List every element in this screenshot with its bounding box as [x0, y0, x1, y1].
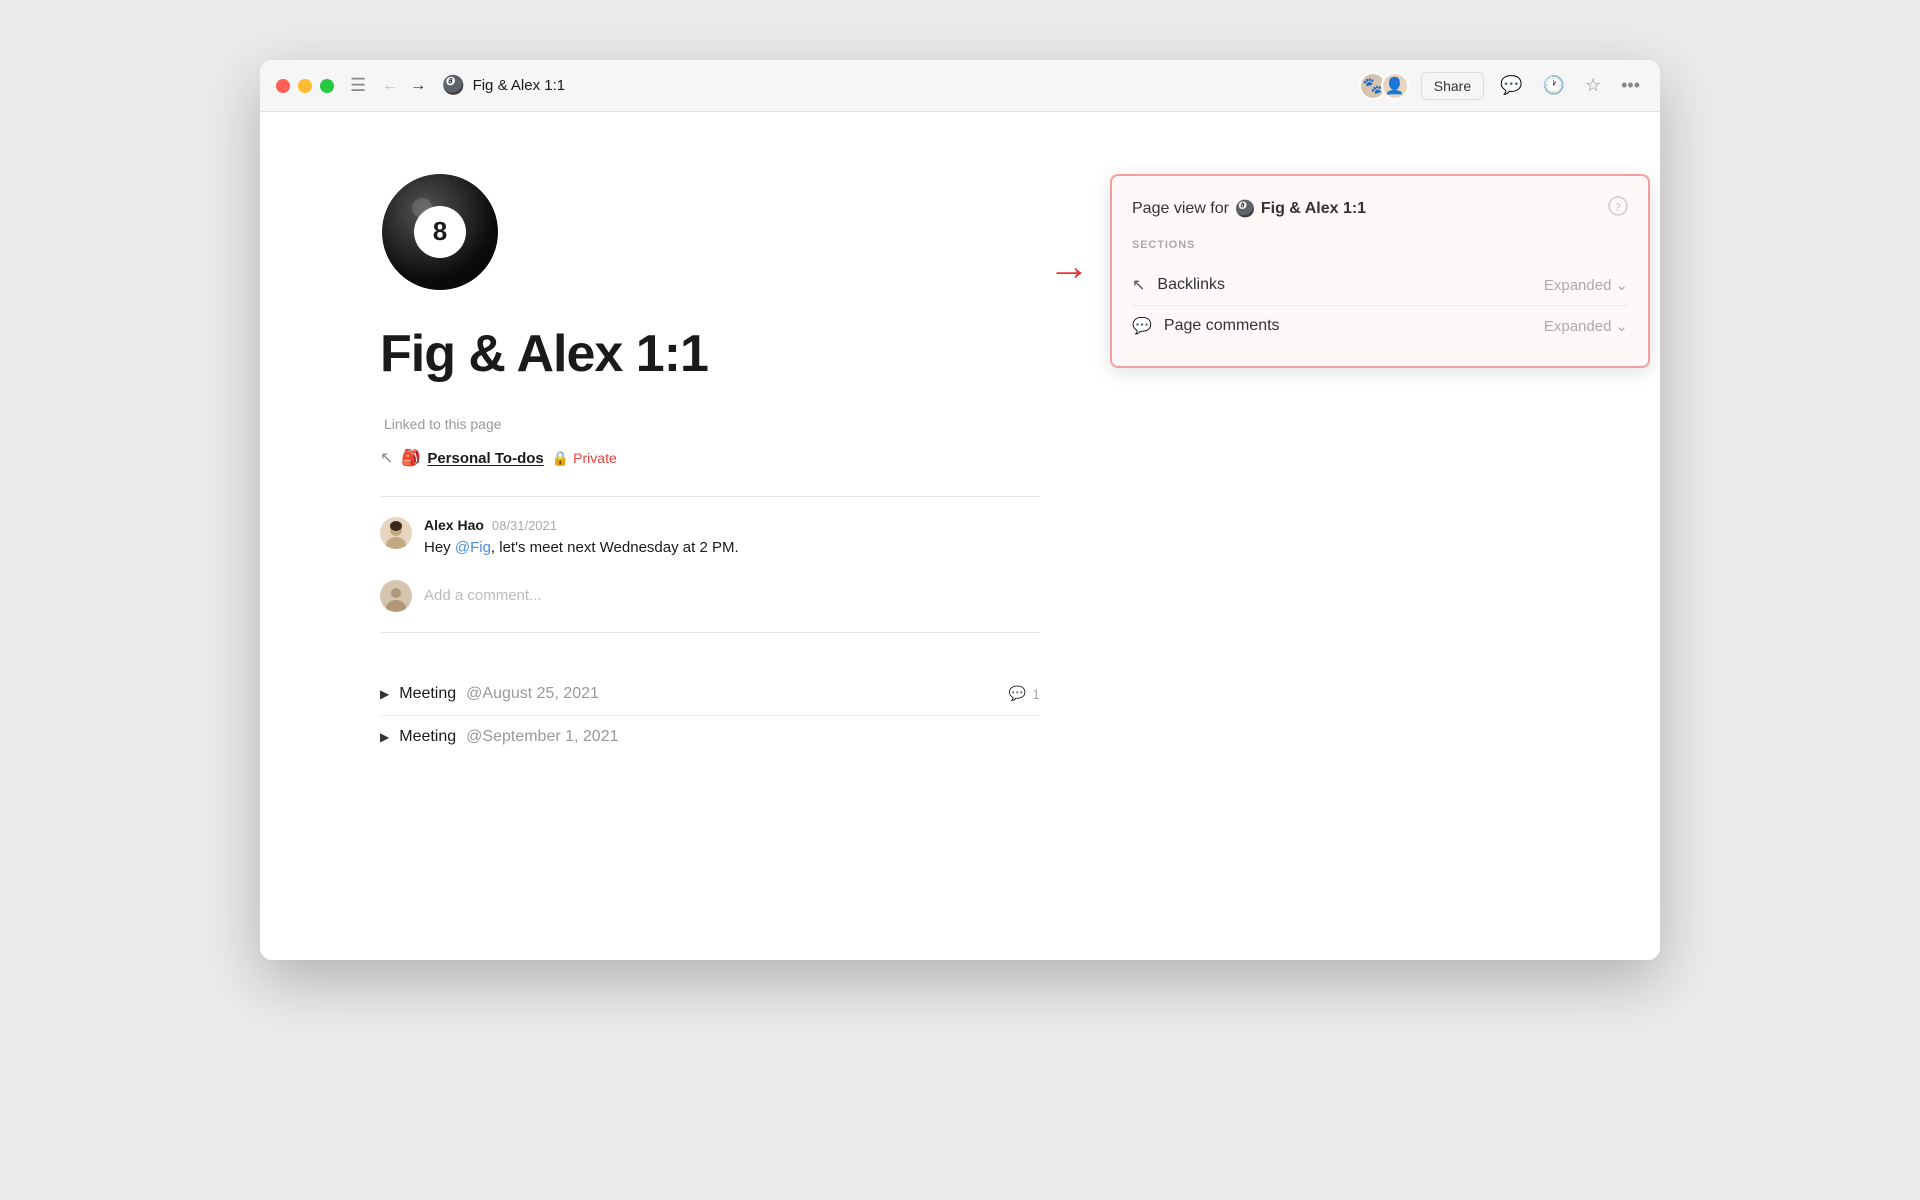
page-icon-title: 🎱 Fig & Alex 1:1 — [442, 75, 565, 96]
comment-meta: Alex Hao 08/31/2021 — [424, 517, 1040, 533]
backlink-arrow-icon: ↖ — [380, 448, 393, 468]
sections-label: SECTIONS — [1132, 239, 1628, 251]
comment-avatar — [380, 517, 412, 549]
comment-bubble-icon-1: 💬 — [1009, 685, 1026, 702]
eight-ball-svg: 8 — [380, 172, 500, 292]
meeting-comment-count-1: 💬 1 — [1009, 685, 1040, 702]
backlinks-value-text: Expanded — [1544, 277, 1612, 294]
close-button[interactable] — [276, 79, 290, 93]
popup-header: Page view for 🎱 Fig & Alex 1:1 ? — [1132, 196, 1628, 221]
main-content: 8 Fig & Alex 1:1 Linked to this page ↖ 🎒 — [260, 112, 1160, 960]
page-header-icon: 8 — [380, 172, 500, 292]
meeting-name-1: Meeting — [399, 685, 456, 703]
backlinks-chevron: ⌄ — [1615, 276, 1628, 294]
meeting-item-2-left: ▶ Meeting @September 1, 2021 — [380, 728, 619, 746]
page-main-title: Fig & Alex 1:1 — [380, 324, 1040, 384]
hamburger-icon[interactable]: ☰ — [350, 75, 366, 96]
backlink-item[interactable]: 🎒 Personal To-dos — [401, 448, 543, 468]
lock-icon: 🔒 — [552, 450, 569, 467]
private-badge: 🔒 Private — [552, 450, 617, 467]
comment-author: Alex Hao — [424, 517, 484, 533]
popup-title: Page view for 🎱 Fig & Alex 1:1 — [1132, 199, 1366, 219]
backlink-name[interactable]: Personal To-dos — [427, 450, 543, 467]
popup-backlinks-left: ↖ Backlinks — [1132, 275, 1225, 295]
popup-panel: Page view for 🎱 Fig & Alex 1:1 ? SECTION… — [1110, 174, 1650, 368]
comment-body: Alex Hao 08/31/2021 Hey @Fig, let's meet… — [424, 517, 1040, 560]
star-icon[interactable]: ☆ — [1581, 71, 1605, 100]
comment-date: 08/31/2021 — [492, 518, 557, 533]
meeting-item-2[interactable]: ▶ Meeting @September 1, 2021 — [380, 716, 1040, 758]
backlinks-section-icon: ↖ — [1132, 275, 1145, 295]
forward-button[interactable]: → — [406, 73, 430, 99]
avatar-alex: 👤 — [1381, 72, 1409, 100]
linked-label: Linked to this page — [380, 416, 1040, 432]
comment-icon[interactable]: 💬 — [1496, 71, 1526, 100]
titlebar: ☰ ← → 🎱 Fig & Alex 1:1 🐾 👤 Share 💬 🕐 ☆ •… — [260, 60, 1660, 112]
triangle-icon-1: ▶ — [380, 687, 389, 701]
page-emoji: 🎱 — [442, 75, 464, 96]
add-comment-input[interactable]: Add a comment... — [424, 587, 1040, 604]
comment-item: Alex Hao 08/31/2021 Hey @Fig, let's meet… — [380, 517, 1040, 560]
meeting-date-2: @September 1, 2021 — [466, 728, 618, 746]
current-user-avatar — [380, 580, 412, 612]
page-comments-chevron: ⌄ — [1615, 317, 1628, 335]
back-button[interactable]: ← — [378, 73, 402, 99]
divider-2 — [380, 632, 1040, 633]
nav-arrows: ← → — [378, 73, 430, 99]
popup-page-emoji: 🎱 — [1235, 199, 1255, 219]
page-comments-value[interactable]: Expanded ⌄ — [1544, 317, 1628, 335]
meeting-name-2: Meeting — [399, 728, 456, 746]
popup-page-comments-row: 💬 Page comments Expanded ⌄ — [1132, 305, 1628, 346]
share-button[interactable]: Share — [1421, 72, 1484, 100]
backlink-emoji: 🎒 — [401, 448, 421, 468]
help-icon[interactable]: ? — [1608, 196, 1628, 221]
comment-text: Hey @Fig, let's meet next Wednesday at 2… — [424, 537, 1040, 560]
linked-section: Linked to this page ↖ 🎒 Personal To-dos … — [380, 416, 1040, 472]
history-icon[interactable]: 🕐 — [1539, 71, 1569, 100]
mention: @Fig — [455, 539, 491, 556]
minimize-button[interactable] — [298, 79, 312, 93]
maximize-button[interactable] — [320, 79, 334, 93]
meeting-date-1: @August 25, 2021 — [466, 685, 599, 703]
page-comments-section-icon: 💬 — [1132, 316, 1152, 336]
popup-backlinks-row: ↖ Backlinks Expanded ⌄ — [1132, 265, 1628, 305]
add-comment-row: Add a comment... — [380, 580, 1040, 612]
page-title-label: Fig & Alex 1:1 — [473, 77, 566, 94]
divider-1 — [380, 496, 1040, 497]
avatar-group: 🐾 👤 — [1359, 72, 1409, 100]
traffic-lights — [276, 79, 334, 93]
popup-overlay: Page view for 🎱 Fig & Alex 1:1 ? SECTION… — [1100, 164, 1660, 378]
meeting-item-1[interactable]: ▶ Meeting @August 25, 2021 💬 1 — [380, 673, 1040, 716]
content-area: 8 Fig & Alex 1:1 Linked to this page ↖ 🎒 — [260, 112, 1660, 960]
backlinks-label: Backlinks — [1157, 276, 1225, 294]
svg-text:8: 8 — [433, 216, 447, 246]
popup-page-comments-left: 💬 Page comments — [1132, 316, 1280, 336]
private-label: Private — [573, 450, 617, 466]
triangle-icon-2: ▶ — [380, 730, 389, 744]
popup-title-prefix: Page view for — [1132, 200, 1229, 218]
meeting-item-1-left: ▶ Meeting @August 25, 2021 — [380, 685, 599, 703]
page-list: ▶ Meeting @August 25, 2021 💬 1 ▶ Meeting — [380, 673, 1040, 758]
backlinks-value[interactable]: Expanded ⌄ — [1544, 276, 1628, 294]
more-icon[interactable]: ••• — [1617, 71, 1644, 100]
svg-text:?: ? — [1615, 200, 1620, 214]
comment-count-1: 1 — [1032, 686, 1040, 702]
comment-thread: Alex Hao 08/31/2021 Hey @Fig, let's meet… — [380, 517, 1040, 560]
backlink-row: ↖ 🎒 Personal To-dos 🔒 Private — [380, 444, 1040, 472]
red-arrow-indicator: → — [1048, 242, 1090, 290]
popup-page-name: Fig & Alex 1:1 — [1261, 200, 1366, 218]
page-comments-label: Page comments — [1164, 317, 1280, 335]
page-comments-value-text: Expanded — [1544, 318, 1612, 335]
app-window: ☰ ← → 🎱 Fig & Alex 1:1 🐾 👤 Share 💬 🕐 ☆ •… — [260, 60, 1660, 960]
titlebar-right: 🐾 👤 Share 💬 🕐 ☆ ••• — [1359, 71, 1644, 100]
